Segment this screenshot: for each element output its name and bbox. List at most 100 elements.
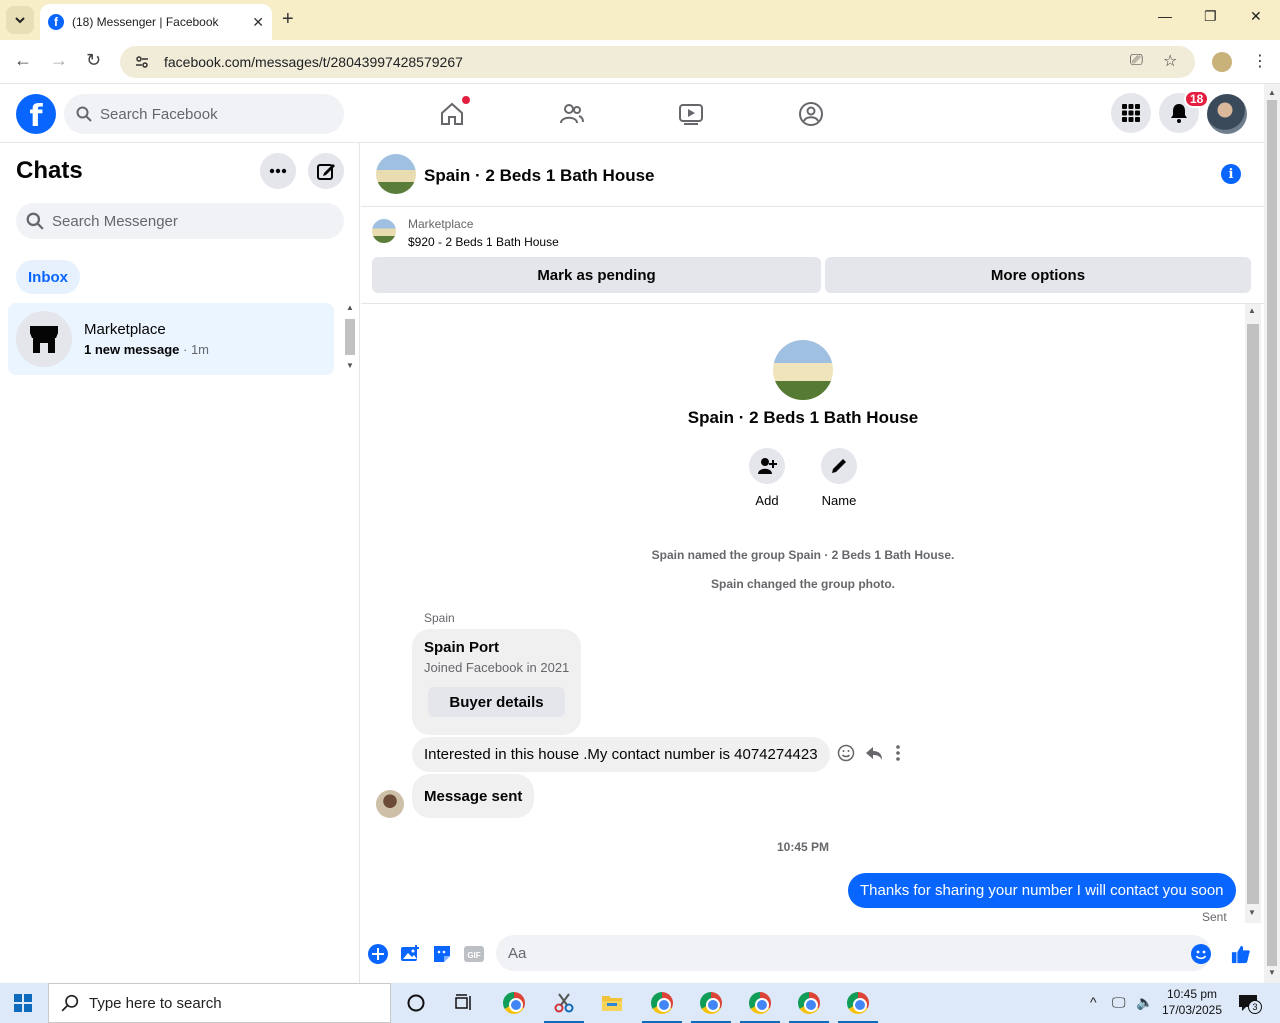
window-close-icon[interactable]: ✕ — [1250, 8, 1262, 25]
forward-icon[interactable]: → — [50, 50, 68, 71]
chrome-profile-1-icon[interactable] — [642, 991, 682, 1023]
groups-icon[interactable] — [797, 100, 825, 128]
snipping-tool-icon[interactable] — [544, 991, 584, 1023]
facebook-logo-icon[interactable]: f — [16, 94, 56, 134]
message-input[interactable]: Aa — [496, 935, 1211, 971]
more-options-button[interactable]: More options — [825, 257, 1251, 293]
inbox-filter-tab[interactable]: Inbox — [16, 260, 80, 294]
restore-icon[interactable]: ❐ — [1204, 8, 1217, 25]
more-vertical-icon[interactable] — [895, 744, 901, 767]
listing-thumbnail[interactable] — [372, 219, 396, 243]
thread-scrollbar[interactable]: ▲ ▼ — [1245, 304, 1261, 923]
menu-grid-button[interactable] — [1111, 93, 1151, 133]
rename-action[interactable]: Name — [809, 448, 869, 508]
page-scrollbar[interactable]: ▲ ▼ — [1264, 84, 1280, 983]
tab-close-icon[interactable]: ✕ — [252, 14, 264, 31]
chrome-profile-2-icon[interactable] — [691, 991, 731, 1023]
taskbar-search-input[interactable]: Type here to search — [48, 983, 391, 1023]
add-people-action[interactable]: Add — [737, 448, 797, 508]
system-message: Spain changed the group photo. — [711, 577, 895, 591]
task-view-icon[interactable] — [452, 991, 476, 1015]
sender-avatar[interactable] — [376, 790, 404, 818]
chrome-taskbar-icon[interactable] — [502, 991, 526, 1015]
chat-options-button[interactable] — [260, 153, 296, 189]
minimize-icon[interactable]: — — [1158, 8, 1172, 24]
browser-menu-icon[interactable]: ⋮ — [1252, 51, 1268, 71]
taskbar-search-placeholder: Type here to search — [89, 994, 222, 1012]
address-bar[interactable]: facebook.com/messages/t/2804399742857926… — [120, 46, 1195, 78]
scroll-down-icon[interactable]: ▼ — [1268, 968, 1276, 977]
cortana-icon[interactable] — [404, 991, 428, 1015]
new-message-button[interactable] — [308, 153, 344, 189]
compose-icon — [317, 164, 335, 180]
scroll-down-icon[interactable]: ▼ — [346, 361, 354, 370]
buyer-details-button[interactable]: Buyer details — [428, 687, 565, 717]
watch-icon[interactable] — [677, 100, 705, 128]
chrome-profile-3-icon[interactable] — [740, 991, 780, 1023]
emoji-icon[interactable] — [1191, 944, 1211, 964]
windows-start-icon[interactable] — [14, 994, 32, 1012]
incoming-message[interactable]: Interested in this house .My contact num… — [412, 737, 830, 772]
chat-list-scrollbar[interactable]: ▲ ▼ — [343, 303, 357, 375]
reply-icon[interactable] — [865, 744, 883, 767]
conversation-pane: Spain · 2 Beds 1 Bath House i Marketplac… — [361, 143, 1264, 983]
listing-description[interactable]: $920 - 2 Beds 1 Bath House — [408, 235, 559, 249]
home-icon[interactable] — [438, 96, 470, 128]
sticker-icon[interactable] — [432, 944, 452, 964]
chats-title: Chats — [16, 157, 83, 184]
scroll-thumb[interactable] — [345, 319, 355, 355]
facebook-search-input[interactable]: Search Facebook — [64, 94, 344, 134]
outgoing-message[interactable]: Thanks for sharing your number I will co… — [848, 873, 1236, 908]
taskbar-clock[interactable]: 10:45 pm 17/03/2025 — [1160, 986, 1224, 1018]
gif-icon[interactable]: GIF — [464, 944, 484, 964]
profile-icon[interactable] — [1212, 52, 1232, 72]
new-tab-icon[interactable]: + — [282, 8, 294, 31]
account-avatar[interactable] — [1207, 94, 1247, 134]
chrome-profile-4-icon[interactable] — [789, 991, 829, 1023]
search-placeholder: Search Facebook — [100, 105, 218, 123]
messenger-search-input[interactable]: Search Messenger — [16, 203, 344, 239]
thumbs-up-icon[interactable] — [1231, 944, 1251, 964]
network-icon[interactable]: 🖵 — [1112, 994, 1126, 1011]
conversation-title[interactable]: Spain · 2 Beds 1 Bath House — [424, 166, 655, 186]
chat-list-item[interactable]: Marketplace 1 new message · 1m — [8, 303, 334, 375]
chrome-profile-5-icon[interactable] — [838, 991, 878, 1023]
facebook-favicon-icon: f — [48, 14, 64, 30]
buyer-card: Spain Port Joined Facebook in 2021 Buyer… — [412, 629, 581, 735]
browser-tab[interactable]: f (18) Messenger | Facebook ✕ — [40, 4, 272, 40]
buyer-joined: Joined Facebook in 2021 — [424, 660, 570, 675]
scroll-up-icon[interactable]: ▲ — [1248, 306, 1256, 315]
scroll-thumb[interactable] — [1247, 324, 1259, 904]
clock-time: 10:45 pm — [1166, 987, 1218, 1001]
tab-search-button[interactable] — [6, 6, 34, 34]
friends-icon[interactable] — [558, 100, 586, 128]
info-icon[interactable]: i — [1221, 164, 1241, 184]
marketplace-listing-panel: Marketplace $920 - 2 Beds 1 Bath House M… — [361, 207, 1264, 304]
sender-name: Spain — [424, 611, 455, 625]
incoming-message[interactable]: Message sent — [412, 774, 535, 818]
attach-photo-icon[interactable] — [400, 944, 420, 964]
site-settings-icon[interactable] — [134, 54, 150, 70]
search-icon — [76, 106, 92, 122]
react-icon[interactable] — [837, 744, 855, 767]
back-icon[interactable]: ← — [14, 50, 32, 71]
file-explorer-icon[interactable] — [600, 991, 624, 1015]
buyer-name: Spain Port — [424, 639, 500, 656]
mark-as-pending-button[interactable]: Mark as pending — [372, 257, 821, 293]
bookmark-star-icon[interactable]: ☆ — [1163, 51, 1177, 71]
message-thread: Spain · 2 Beds 1 Bath House Add Name Spa… — [361, 304, 1264, 924]
scroll-down-icon[interactable]: ▼ — [1248, 908, 1256, 917]
volume-icon[interactable]: 🔈 — [1136, 994, 1153, 1011]
reload-icon[interactable]: ↻ — [86, 50, 101, 71]
windows-taskbar: Type here to search ^ 🖵 🔈 10:45 pm 17/03… — [0, 983, 1280, 1023]
scroll-up-icon[interactable]: ▲ — [1268, 88, 1276, 97]
more-actions-plus-icon[interactable] — [368, 944, 388, 964]
scroll-thumb[interactable] — [1267, 100, 1277, 966]
grid-icon — [1122, 104, 1140, 122]
scroll-up-icon[interactable]: ▲ — [346, 303, 354, 312]
install-app-icon[interactable]: ⎚ — [1130, 52, 1143, 70]
action-center-icon[interactable]: 3 — [1238, 994, 1262, 1017]
show-hidden-icons-icon[interactable]: ^ — [1090, 994, 1097, 1010]
group-avatar[interactable] — [376, 154, 416, 194]
marketplace-label: Marketplace — [408, 217, 474, 231]
